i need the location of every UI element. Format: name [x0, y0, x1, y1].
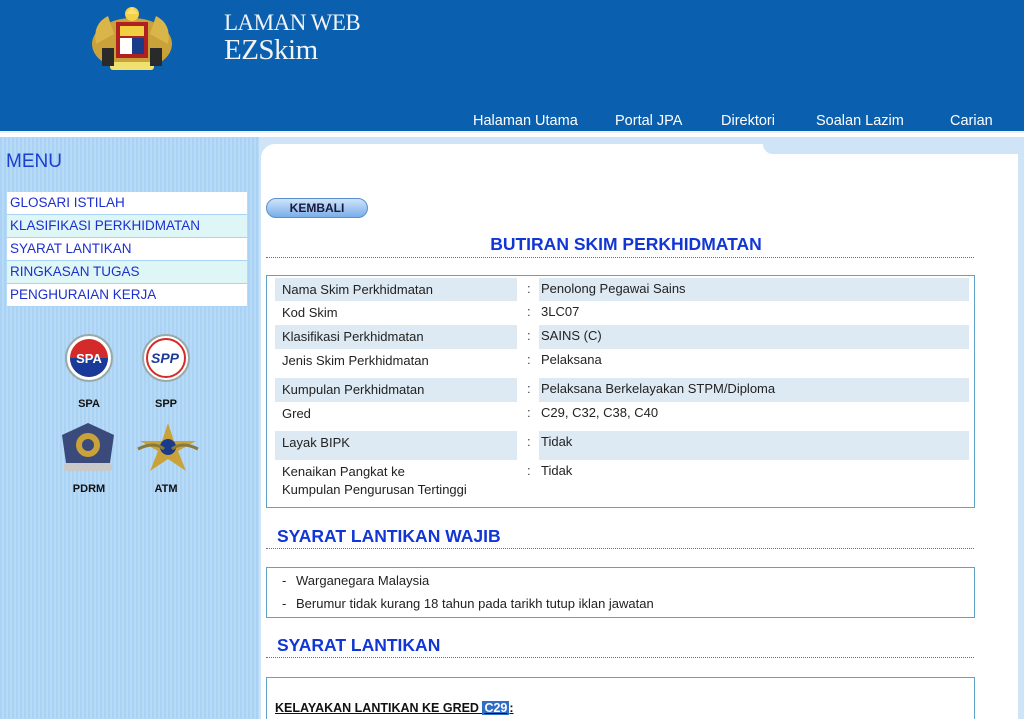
detail-value: Tidak [539, 431, 969, 460]
detail-label: Kenaikan Pangkat ke Kumpulan Pengurusan … [275, 460, 517, 504]
detail-separator: : [527, 328, 531, 343]
detail-value: Tidak [541, 463, 573, 478]
kelayakan-gred-highlight: C29 [482, 701, 510, 715]
spp-logo-caption: SPP [154, 398, 177, 410]
detail-separator: : [527, 463, 531, 478]
jata-negara-crest-icon [92, 7, 172, 70]
detail-separator: : [527, 304, 531, 319]
sidebar-menu: GLOSARI ISTILAH KLASIFIKASI PERKHIDMATAN… [7, 192, 247, 307]
site-title-line2: EZSkim [224, 34, 318, 66]
menu-title: MENU [6, 151, 62, 172]
header-divider [0, 131, 1024, 133]
list-item-text: Berumur tidak kurang 18 tahun pada tarik… [296, 596, 654, 611]
spp-logo-icon[interactable]: SPP [141, 333, 191, 383]
kelayakan-suffix: : [509, 701, 514, 715]
detail-separator: : [527, 352, 531, 367]
detail-separator: : [527, 434, 531, 449]
top-navigation: Halaman Utama Portal JPA Direktori Soala… [0, 113, 1024, 131]
sidebar: MENU GLOSARI ISTILAH KLASIFIKASI PERKHID… [0, 137, 259, 719]
back-button[interactable]: KEMBALI [266, 198, 368, 218]
svg-text:SPP: SPP [151, 350, 180, 366]
panel-tab-notch [763, 137, 1018, 154]
spa-logo-icon[interactable]: SPA [64, 333, 114, 383]
detail-separator: : [527, 281, 531, 296]
detail-value: SAINS (C) [539, 325, 969, 349]
detail-label-line2: Kumpulan Pengurusan Tertinggi [282, 482, 467, 497]
list-item: - Berumur tidak kurang 18 tahun pada tari… [282, 596, 654, 611]
detail-value: Pelaksana Berkelayakan STPM/Diploma [539, 378, 969, 402]
sidebar-item-klasifikasi-perkhidmatan[interactable]: KLASIFIKASI PERKHIDMATAN [7, 215, 247, 238]
detail-value: C29, C32, C38, C40 [541, 405, 659, 420]
detail-label: Nama Skim Perkhidmatan [275, 278, 517, 301]
nav-halaman-utama[interactable]: Halaman Utama [473, 113, 578, 129]
pdrm-logo-caption: PDRM [72, 483, 106, 495]
detail-separator: : [527, 405, 531, 420]
detail-label: Kumpulan Perkhidmatan [275, 378, 517, 402]
detail-label: Kod Skim [282, 305, 338, 320]
section-heading-lantikan: SYARAT LANTIKAN [277, 635, 441, 655]
table-row: Nama Skim Perkhidmatan : Penolong Pegawa… [275, 278, 969, 301]
scheme-details-table: Nama Skim Perkhidmatan : Penolong Pegawa… [266, 275, 975, 508]
nav-soalan-lazim[interactable]: Soalan Lazim [816, 113, 904, 129]
detail-label: Jenis Skim Perkhidmatan [282, 353, 429, 368]
atm-logo-caption: ATM [154, 483, 178, 495]
nav-direktori[interactable]: Direktori [721, 113, 775, 129]
pdrm-logo-icon[interactable] [54, 419, 122, 475]
detail-value: 3LC07 [541, 304, 580, 319]
sidebar-item-syarat-lantikan[interactable]: SYARAT LANTIKAN [7, 238, 247, 261]
site-title-line1: LAMAN WEB [224, 10, 361, 35]
wajib-divider [266, 548, 974, 549]
sidebar-item-penghuraian-kerja[interactable]: PENGHURAIAN KERJA [7, 284, 247, 307]
list-item: - Warganegara Malaysia [282, 573, 429, 588]
table-row: Kod Skim : 3LC07 [275, 301, 969, 325]
page-title: BUTIRAN SKIM PERKHIDMATAN [490, 234, 762, 254]
nav-portal-jpa[interactable]: Portal JPA [615, 113, 682, 129]
list-item-text: Warganegara Malaysia [296, 573, 430, 588]
table-row: Jenis Skim Perkhidmatan : Pelaksana [275, 349, 969, 378]
spa-logo-caption: SPA [78, 398, 100, 410]
svg-text:SPA: SPA [76, 351, 102, 366]
kelayakan-prefix: KELAYAKAN LANTIKAN KE GRED [275, 701, 479, 715]
detail-separator: : [527, 381, 531, 396]
atm-logo-icon[interactable] [134, 419, 202, 475]
lantikan-divider [266, 657, 974, 658]
site-title: LAMAN WEB EZSkim [224, 10, 361, 66]
detail-value: Pelaksana [541, 352, 602, 367]
sidebar-item-ringkasan-tugas[interactable]: RINGKASAN TUGAS [7, 261, 247, 284]
table-row: Kumpulan Perkhidmatan : Pelaksana Berkel… [275, 378, 969, 402]
kelayakan-heading: KELAYAKAN LANTIKAN KE GRED C29: [275, 701, 514, 715]
title-divider [266, 257, 974, 258]
detail-value: Penolong Pegawai Sains [539, 278, 969, 301]
nav-carian[interactable]: Carian [950, 113, 993, 129]
table-row: Kenaikan Pangkat ke Kumpulan Pengurusan … [275, 460, 969, 504]
list-dash: - [282, 573, 287, 588]
sidebar-item-glosari-istilah[interactable]: GLOSARI ISTILAH [7, 192, 247, 215]
table-row: Layak BIPK : Tidak [275, 431, 969, 460]
wajib-requirements-box: - Warganegara Malaysia - Berumur tidak kur… [266, 567, 975, 618]
detail-label: Layak BIPK [275, 431, 517, 460]
section-heading-wajib: SYARAT LANTIKAN WAJIB [277, 526, 501, 546]
table-row: Klasifikasi Perkhidmatan : SAINS (C) [275, 325, 969, 349]
table-row: Gred : C29, C32, C38, C40 [275, 402, 969, 431]
site-header: LAMAN WEB EZSkim Halaman Utama Portal JP… [0, 0, 1024, 133]
list-dash: - [282, 596, 287, 611]
detail-label: Klasifikasi Perkhidmatan [275, 325, 517, 349]
lantikan-requirements-box: KELAYAKAN LANTIKAN KE GRED C29: [266, 677, 975, 719]
detail-label: Gred [282, 406, 311, 421]
detail-label-line1: Kenaikan Pangkat ke [282, 464, 405, 479]
